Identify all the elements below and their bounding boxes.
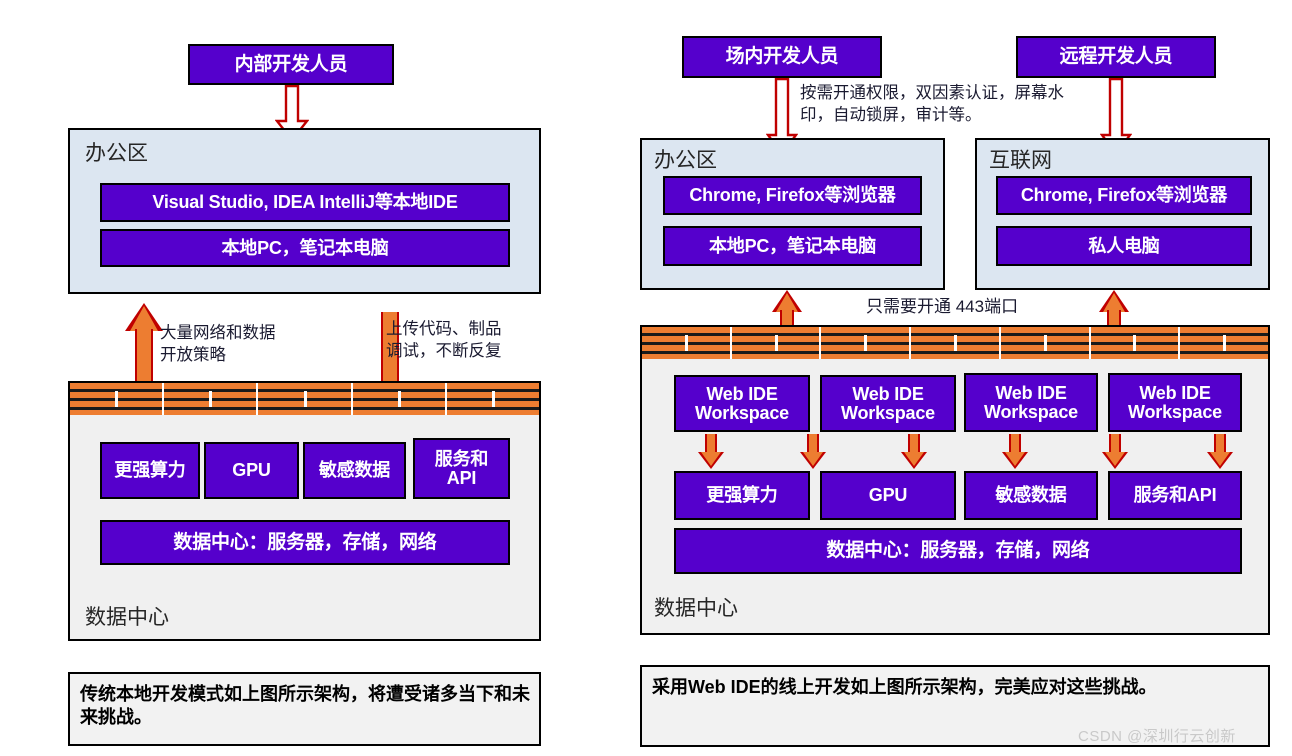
firewall-segment (446, 383, 539, 415)
firewall-segment (911, 327, 1001, 359)
left-note-network-policy: 大量网络和数据 开放策略 (160, 324, 276, 365)
left-resource-sensitive-data: 敏感数据 (303, 442, 406, 499)
right-note-access-policy: 按需开通权限，双因素认证，屏幕水 印，自动锁屏，审计等。 (800, 84, 1064, 125)
firewall-segment (1000, 327, 1091, 359)
right-workspace-2: Web IDE Workspace (820, 375, 956, 432)
firewall-segment (1180, 327, 1268, 359)
firewall-segment (352, 383, 447, 415)
left-resource-gpu: GPU (204, 442, 299, 499)
left-office-box-pc: 本地PC，笔记本电脑 (100, 229, 510, 267)
left-office-zone-label: 办公区 (85, 142, 148, 165)
right-resource-gpu: GPU (820, 471, 956, 520)
right-internet-box-browser: Chrome, Firefox等浏览器 (996, 176, 1252, 215)
right-workspace-3: Web IDE Workspace (964, 373, 1098, 432)
left-datacenter-zone-label: 数据中心 (85, 606, 169, 629)
left-office-box-ide: Visual Studio, IDEA IntelliJ等本地IDE (100, 183, 510, 222)
right-office-box-browser: Chrome, Firefox等浏览器 (663, 176, 922, 215)
right-datacenter-foundation: 数据中心：服务器，存储，网络 (674, 528, 1242, 574)
right-datacenter-zone-label: 数据中心 (654, 597, 738, 620)
left-resource-compute: 更强算力 (100, 442, 200, 499)
left-caption: 传统本地开发模式如上图所示架构，将遭受诸多当下和未来挑战。 (68, 672, 541, 746)
right-firewall-brick-wall (642, 327, 1268, 359)
firewall-segment (821, 327, 912, 359)
right-actor-remote-developer: 远程开发人员 (1016, 36, 1216, 78)
firewall-segment (642, 327, 732, 359)
firewall-segment (70, 383, 165, 415)
right-note-port-443: 只需要开通 443端口 (866, 297, 1019, 316)
right-internet-zone-label: 互联网 (989, 149, 1052, 172)
right-workspace-1: Web IDE Workspace (674, 375, 810, 432)
right-flow-arrow-3 (901, 434, 927, 469)
right-flow-arrow-2 (800, 434, 826, 469)
firewall-segment (1090, 327, 1181, 359)
right-resource-services-api: 服务和API (1108, 471, 1242, 520)
diagram-canvas: 内部开发人员 办公区 Visual Studio, IDEA IntelliJ等… (0, 0, 1292, 756)
right-office-zone-label: 办公区 (654, 149, 717, 172)
right-resource-compute: 更强算力 (674, 471, 810, 520)
left-resource-services-api: 服务和 API (413, 438, 510, 499)
left-note-upload-code: 上传代码、制品 调试，不断反复 (386, 320, 502, 361)
firewall-segment (731, 327, 822, 359)
right-flow-arrow-6 (1207, 434, 1233, 469)
right-actor-onsite-developer: 场内开发人员 (682, 36, 882, 78)
right-resource-sensitive-data: 敏感数据 (964, 471, 1098, 520)
right-internet-box-private-pc: 私人电脑 (996, 226, 1252, 266)
left-actor-internal-developer: 内部开发人员 (188, 44, 394, 85)
firewall-segment (258, 383, 353, 415)
right-flow-arrow-1 (698, 434, 724, 469)
right-flow-arrow-4 (1002, 434, 1028, 469)
right-workspace-4: Web IDE Workspace (1108, 373, 1242, 432)
left-datacenter-foundation: 数据中心：服务器，存储，网络 (100, 520, 510, 565)
right-office-box-pc: 本地PC，笔记本电脑 (663, 226, 922, 266)
right-flow-arrow-5 (1102, 434, 1128, 469)
left-firewall-brick-wall (70, 383, 539, 415)
firewall-segment (164, 383, 259, 415)
watermark: CSDN @深圳行云创新 (1078, 728, 1236, 745)
